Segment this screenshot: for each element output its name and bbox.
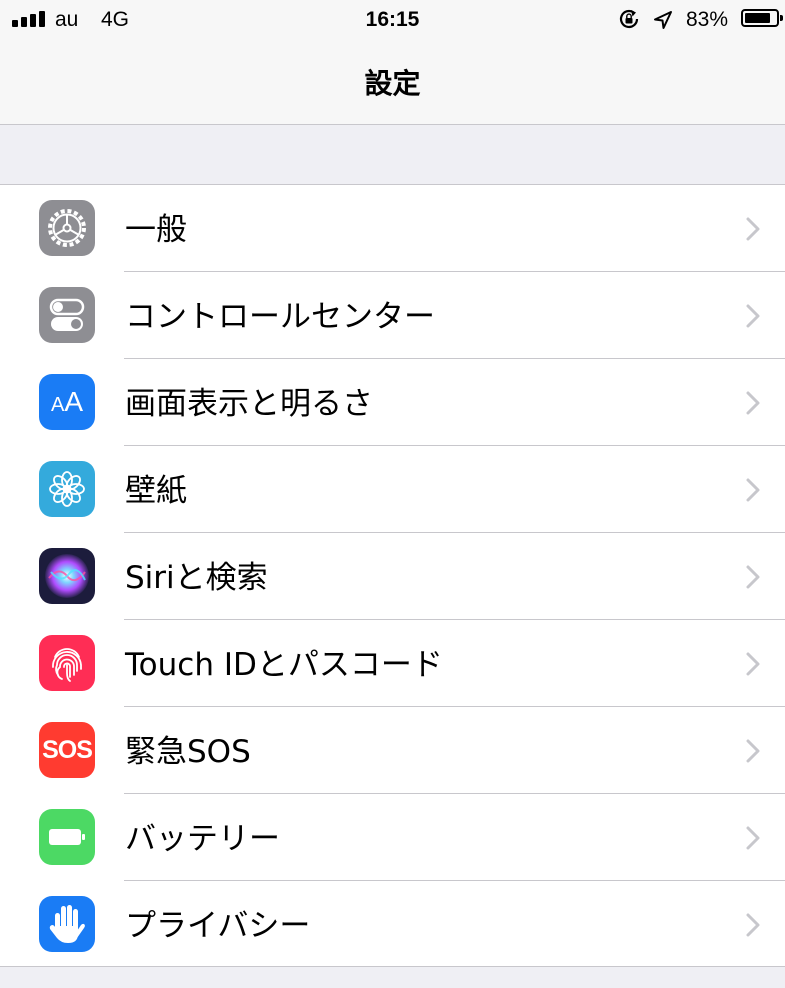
fingerprint-icon xyxy=(39,635,95,691)
flower-icon xyxy=(39,461,95,517)
settings-list: 一般 コントロールセンター AA 画面表示と明るさ 壁紙 Siriと検索 Tou… xyxy=(0,184,785,967)
chevron-right-icon xyxy=(746,826,760,850)
settings-row-display[interactable]: AA 画面表示と明るさ xyxy=(0,359,785,446)
settings-item-label: コントロールセンター xyxy=(125,299,435,335)
location-arrow-icon xyxy=(654,11,672,29)
settings-row-control-center[interactable]: コントロールセンター xyxy=(0,272,785,359)
battery-icon xyxy=(39,809,95,865)
settings-row-privacy[interactable]: プライバシー xyxy=(0,881,785,968)
chevron-right-icon xyxy=(746,304,760,328)
chevron-right-icon xyxy=(746,391,760,415)
chevron-right-icon xyxy=(746,217,760,241)
chevron-right-icon xyxy=(746,913,760,937)
settings-item-label: 画面表示と明るさ xyxy=(125,386,373,422)
battery-percent: 83% xyxy=(686,8,729,31)
settings-item-label: プライバシー xyxy=(125,908,311,944)
sos-icon: SOS xyxy=(39,722,95,778)
top-bar: au 4G 16:15 83% 設定 xyxy=(0,0,785,125)
settings-item-label: Siriと検索 xyxy=(125,560,268,596)
rotation-lock-icon xyxy=(619,9,639,29)
chevron-right-icon xyxy=(746,739,760,763)
chevron-right-icon xyxy=(746,478,760,502)
siri-icon xyxy=(39,548,95,604)
settings-row-general[interactable]: 一般 xyxy=(0,185,785,272)
text-size-icon: AA xyxy=(39,374,95,430)
settings-row-touch-id[interactable]: Touch IDとパスコード xyxy=(0,620,785,707)
page-title: 設定 xyxy=(364,67,421,100)
chevron-right-icon xyxy=(746,652,760,676)
settings-item-label: 緊急SOS xyxy=(125,734,251,770)
status-bar: au 4G 16:15 83% xyxy=(0,0,785,40)
settings-item-label: 一般 xyxy=(125,212,187,248)
settings-row-wallpaper[interactable]: 壁紙 xyxy=(0,446,785,533)
toggles-icon xyxy=(39,287,95,343)
chevron-right-icon xyxy=(746,565,760,589)
settings-item-label: 壁紙 xyxy=(125,473,187,509)
settings-item-label: Touch IDとパスコード xyxy=(125,647,443,683)
gear-icon xyxy=(39,200,95,256)
settings-row-emergency-sos[interactable]: SOS 緊急SOS xyxy=(0,707,785,794)
settings-item-label: バッテリー xyxy=(125,821,280,857)
settings-row-battery[interactable]: バッテリー xyxy=(0,794,785,881)
settings-row-siri[interactable]: Siriと検索 xyxy=(0,533,785,620)
hand-icon xyxy=(39,896,95,952)
battery-icon xyxy=(741,9,783,27)
